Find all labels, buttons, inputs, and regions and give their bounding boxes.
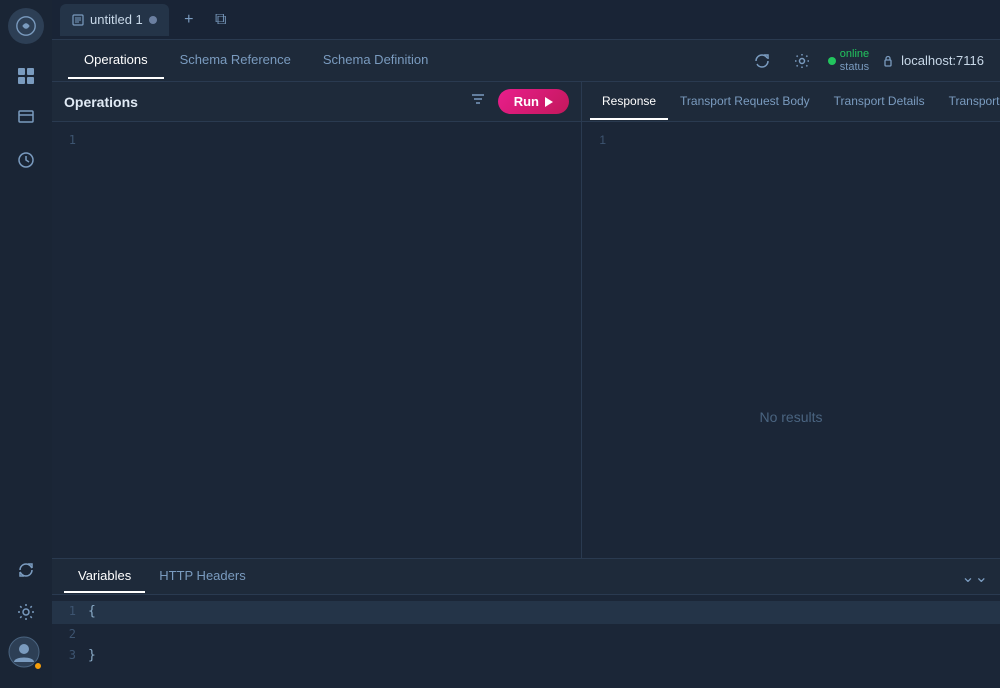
line-number-1: 1	[52, 602, 88, 621]
new-tab-button[interactable]: +	[177, 8, 201, 32]
content-area: Operations Run	[52, 82, 1000, 688]
untitled-tab[interactable]: untitled 1	[60, 4, 169, 36]
operations-editor[interactable]: 1	[52, 122, 581, 558]
notification-badge	[33, 661, 43, 671]
refresh-icon[interactable]	[8, 552, 44, 588]
tab-http-headers[interactable]: HTTP Headers	[145, 560, 259, 593]
left-panel: Operations Run	[52, 82, 582, 558]
line-content-3: }	[88, 646, 96, 667]
bottom-panel: Variables HTTP Headers ⌄⌄ 1 { 2 3 }	[52, 558, 1000, 688]
line-number-2: 2	[52, 625, 88, 644]
line-content-1: {	[88, 602, 96, 623]
operations-title: Operations	[64, 94, 138, 110]
tab-transport-request-body[interactable]: Transport Request Body	[668, 84, 822, 120]
header-nav: Operations Schema Reference Schema Defin…	[52, 40, 1000, 82]
editor-line: 1	[52, 130, 581, 151]
tab-response[interactable]: Response	[590, 84, 668, 120]
response-line: 1	[582, 130, 1000, 151]
status-label: status	[840, 61, 869, 73]
collapse-button[interactable]: ⌄⌄	[961, 567, 988, 587]
response-line-number: 1	[582, 131, 618, 150]
tab-label: untitled 1	[90, 12, 143, 27]
editor-section: Operations Run	[52, 82, 1000, 558]
refresh-icon[interactable]	[748, 47, 776, 75]
server-address: localhost:7116	[901, 53, 984, 68]
variables-editor[interactable]: 1 { 2 3 }	[52, 595, 1000, 688]
tab-actions: + ⧉	[177, 8, 233, 32]
app-logo[interactable]	[8, 8, 44, 44]
line-number: 1	[52, 131, 88, 150]
main-content: untitled 1 + ⧉ Operations Schema Referen…	[52, 0, 1000, 688]
response-tabs: Response Transport Request Body Transpor…	[582, 82, 1000, 122]
layers-icon[interactable]	[8, 100, 44, 136]
run-button[interactable]: Run	[498, 89, 569, 114]
online-label: online	[840, 48, 869, 61]
bottom-editor-line: 3 }	[52, 645, 1000, 668]
tab-schema-definition[interactable]: Schema Definition	[307, 42, 445, 79]
line-number-3: 3	[52, 646, 88, 665]
split-view-button[interactable]: ⧉	[209, 8, 233, 32]
tab-bar: untitled 1 + ⧉	[52, 0, 1000, 40]
user-avatar[interactable]	[8, 636, 44, 672]
panel-actions: Run	[466, 87, 569, 116]
bottom-tabs: Variables HTTP Headers ⌄⌄	[52, 559, 1000, 595]
tab-operations[interactable]: Operations	[68, 42, 164, 79]
right-panel: Response Transport Request Body Transpor…	[582, 82, 1000, 558]
play-icon	[545, 97, 553, 107]
no-results-label: No results	[759, 409, 822, 425]
tab-schema-reference[interactable]: Schema Reference	[164, 42, 307, 79]
history-icon[interactable]	[8, 142, 44, 178]
bottom-editor-line: 2	[52, 624, 1000, 645]
bottom-editor-line: 1 {	[52, 601, 1000, 624]
filter-icon[interactable]	[466, 87, 490, 116]
tab-transport-error[interactable]: Transport Error	[937, 84, 1000, 120]
header-actions: online status localhost:7116	[748, 47, 984, 75]
tab-transport-details[interactable]: Transport Details	[822, 84, 937, 120]
server-info[interactable]: localhost:7116	[881, 53, 984, 68]
sidebar	[0, 0, 52, 688]
status-dot	[828, 57, 836, 65]
response-body: 1 No results	[582, 122, 1000, 558]
status-indicator: online status	[828, 48, 869, 73]
nav-tabs: Operations Schema Reference Schema Defin…	[68, 42, 748, 79]
settings-icon[interactable]	[8, 594, 44, 630]
operations-panel-header: Operations Run	[52, 82, 581, 122]
grid-icon[interactable]	[8, 58, 44, 94]
tab-variables[interactable]: Variables	[64, 560, 145, 593]
tab-modified-dot	[149, 16, 157, 24]
settings-icon[interactable]	[788, 47, 816, 75]
